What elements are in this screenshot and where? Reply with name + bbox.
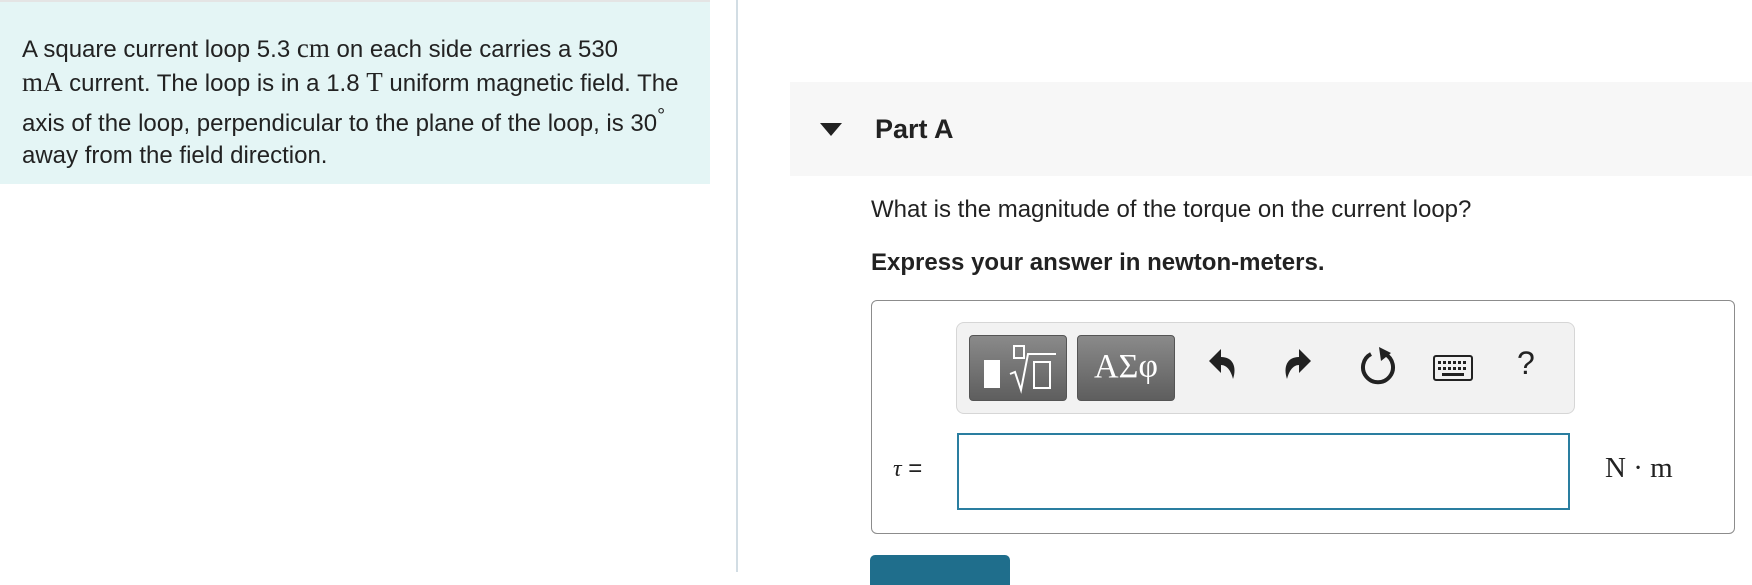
part-title: Part A	[875, 114, 954, 144]
question-text: What is the magnitude of the torque on t…	[871, 196, 1472, 223]
reset-icon[interactable]	[1359, 345, 1399, 394]
collapse-triangle-icon[interactable]	[820, 123, 842, 136]
unit-cm: cm	[296, 33, 330, 63]
equals-sign: =	[901, 455, 923, 482]
keyboard-icon[interactable]	[1433, 355, 1473, 386]
problem-text-5: away from the field direction.	[22, 142, 328, 169]
answer-variable-label: τ =	[893, 455, 922, 483]
templates-button[interactable]	[969, 335, 1067, 401]
problem-text-3: current. The loop is in a 1.8	[62, 70, 367, 97]
help-button[interactable]: ?	[1517, 343, 1535, 383]
math-toolbar: ΑΣφ ?	[956, 322, 1575, 414]
undo-icon[interactable]	[1205, 345, 1241, 390]
part-header[interactable]: Part A	[790, 82, 1752, 176]
problem-text-1: A square current loop 5.3	[22, 36, 297, 63]
degree-symbol: °	[657, 105, 666, 127]
templates-icon	[984, 345, 1056, 394]
submit-button[interactable]	[870, 555, 1010, 585]
unit-tesla: T	[366, 67, 383, 97]
answer-instruction: Express your answer in newton-meters.	[871, 249, 1325, 276]
unit-ma: mA	[22, 67, 63, 97]
greek-symbols-button[interactable]: ΑΣφ	[1077, 335, 1175, 401]
column-divider	[736, 0, 738, 572]
problem-text-2: on each side carries a 530	[329, 36, 619, 63]
tau-symbol: τ	[893, 456, 902, 482]
answer-input[interactable]	[957, 433, 1570, 510]
answer-unit: N · m	[1605, 452, 1673, 484]
redo-icon[interactable]	[1279, 345, 1315, 390]
problem-statement: A square current loop 5.3 cm on each sid…	[0, 2, 710, 184]
